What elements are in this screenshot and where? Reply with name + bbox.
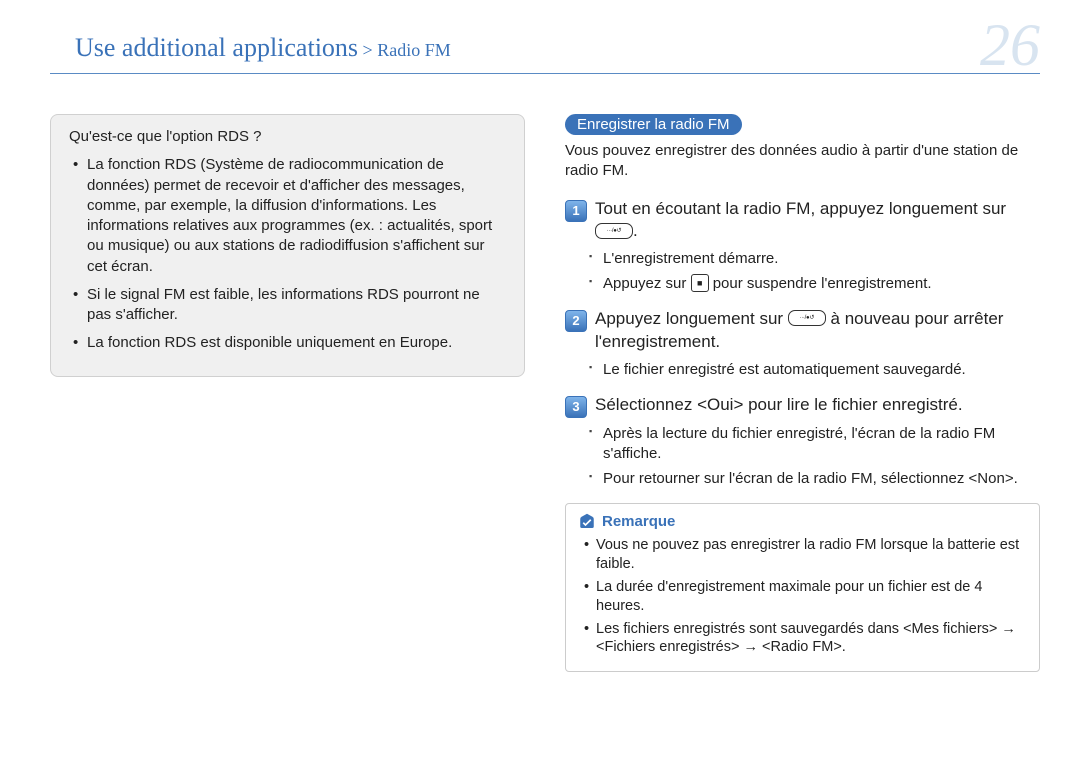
page-number: 26: [980, 11, 1040, 80]
rds-info-box: Qu'est-ce que l'option RDS ? La fonction…: [50, 114, 525, 377]
left-column: Qu'est-ce que l'option RDS ? La fonction…: [50, 114, 525, 672]
section-intro: Vous pouvez enregistrer des données audi…: [565, 141, 1040, 182]
list-item: La fonction RDS est disponible uniquemen…: [83, 333, 506, 353]
rds-info-title: Qu'est-ce que l'option RDS ?: [69, 127, 506, 147]
step-badge: 3: [565, 396, 587, 418]
step-1: 1 Tout en écoutant la radio FM, appuyez …: [565, 198, 1040, 294]
step-text: Tout en écoutant la radio FM, appuyez lo…: [595, 198, 1040, 244]
section-pill: Enregistrer la radio FM: [565, 114, 742, 135]
step-head: 3 Sélectionnez <Oui> pour lire le fichie…: [565, 394, 1040, 418]
step-head: 2 Appuyez longuement sur ···/●↺ à nouvea…: [565, 308, 1040, 354]
record-button-icon: ···/●↺: [788, 310, 826, 326]
text-before: Sélectionnez <Oui> pour lire le fichier …: [595, 395, 963, 414]
text-after: pour suspendre l'enregistrement.: [709, 275, 932, 292]
list-item: Vous ne pouvez pas enregistrer la radio …: [596, 536, 1027, 574]
note-list: Vous ne pouvez pas enregistrer la radio …: [578, 536, 1027, 657]
note-check-icon: [578, 513, 596, 531]
document-page: Use additional applications > Radio FM 2…: [0, 0, 1080, 692]
text-before: Appuyez longuement sur: [595, 309, 788, 328]
step-sub-list: Le fichier enregistré est automatiquemen…: [565, 360, 1040, 380]
step-sub-list: Après la lecture du fichier enregistré, …: [565, 424, 1040, 489]
list-item: La fonction RDS (Système de radiocommuni…: [83, 155, 506, 277]
list-item: Si le signal FM est faible, les informat…: [83, 285, 506, 326]
list-item: Les fichiers enregistrés sont sauvegardé…: [596, 620, 1027, 658]
step-badge: 2: [565, 310, 587, 332]
list-item: L'enregistrement démarre.: [603, 249, 1040, 269]
list-item: La durée d'enregistrement maximale pour …: [596, 578, 1027, 616]
note-head: Remarque: [578, 512, 1027, 532]
step-3: 3 Sélectionnez <Oui> pour lire le fichie…: [565, 394, 1040, 489]
breadcrumb-main: Use additional applications: [75, 33, 358, 62]
list-item: Le fichier enregistré est automatiquemen…: [603, 360, 1040, 380]
list-item: Pour retourner sur l'écran de la radio F…: [603, 469, 1040, 489]
text-before: Appuyez sur: [603, 275, 691, 292]
breadcrumb-sep: >: [358, 40, 377, 60]
step-text: Appuyez longuement sur ···/●↺ à nouveau …: [595, 308, 1040, 354]
note-box: Remarque Vous ne pouvez pas enregistrer …: [565, 503, 1040, 673]
step-sub-list: L'enregistrement démarre. Appuyez sur ■ …: [565, 249, 1040, 294]
step-2: 2 Appuyez longuement sur ···/●↺ à nouvea…: [565, 308, 1040, 380]
content-columns: Qu'est-ce que l'option RDS ? La fonction…: [50, 114, 1040, 672]
breadcrumb: Use additional applications > Radio FM: [75, 33, 451, 63]
record-button-icon: ···/●↺: [595, 223, 633, 239]
step-text: Sélectionnez <Oui> pour lire le fichier …: [595, 394, 1040, 417]
stop-button-icon: ■: [691, 274, 709, 292]
note-label: Remarque: [602, 512, 675, 532]
step-head: 1 Tout en écoutant la radio FM, appuyez …: [565, 198, 1040, 244]
text-before: Tout en écoutant la radio FM, appuyez lo…: [595, 199, 1006, 218]
page-header: Use additional applications > Radio FM 2…: [50, 25, 1040, 74]
rds-info-list: La fonction RDS (Système de radiocommuni…: [69, 155, 506, 353]
right-column: Enregistrer la radio FM Vous pouvez enre…: [565, 114, 1040, 672]
breadcrumb-sub: Radio FM: [377, 40, 451, 60]
step-badge: 1: [565, 200, 587, 222]
list-item: Après la lecture du fichier enregistré, …: [603, 424, 1040, 465]
list-item: Appuyez sur ■ pour suspendre l'enregistr…: [603, 274, 1040, 294]
text-after: .: [633, 221, 638, 240]
